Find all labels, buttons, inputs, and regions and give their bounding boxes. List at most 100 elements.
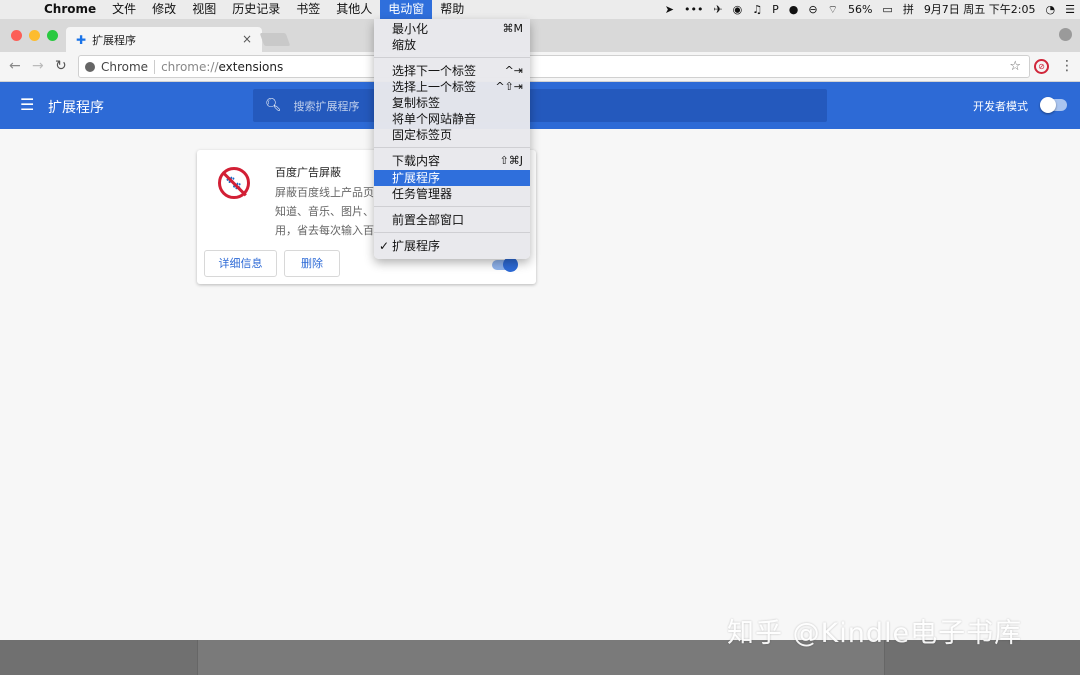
tab-close-icon[interactable]: ×: [242, 32, 252, 46]
menu-separator: [374, 147, 530, 148]
menu-shortcut: ^⇥: [504, 64, 523, 77]
address-scheme: chrome://: [161, 59, 219, 74]
menu-window[interactable]: 电动窗: [380, 0, 433, 19]
reload-icon[interactable]: ↻: [55, 58, 67, 74]
menu-item-next-tab[interactable]: 选择下一个标签 ^⇥: [374, 63, 530, 79]
more-icon[interactable]: •••: [679, 0, 708, 19]
search-extensions-input[interactable]: 🔍︎ 搜索扩展程序: [253, 89, 827, 122]
chrome-menu-icon[interactable]: ⋮: [1060, 58, 1074, 74]
toggle-knob: [503, 257, 518, 272]
description-line: 用，省去每次输入百: [275, 224, 374, 237]
address-bar[interactable]: Chrome chrome:// extensions ☆: [78, 55, 1030, 78]
address-path: extensions: [218, 59, 284, 74]
adblock-extension-icon[interactable]: ⊘: [1034, 59, 1049, 74]
location-icon[interactable]: ➤: [660, 0, 679, 19]
mac-menu-bar: Chrome 文件 修改 视图 历史记录 书签 其他人 电动窗 帮助 ➤ •••…: [0, 0, 1080, 19]
extensions-header: ☰ 扩展程序 🔍︎ 搜索扩展程序 开发者模式: [0, 82, 1080, 129]
battery-percent[interactable]: 56%: [843, 0, 877, 19]
description-line: 屏蔽百度线上产品页: [275, 186, 374, 199]
menu-item-task-manager[interactable]: 任务管理器: [374, 186, 530, 202]
menu-item-previous-tab[interactable]: 选择上一个标签 ^⇧⇥: [374, 79, 530, 95]
menu-edit[interactable]: 修改: [144, 0, 184, 19]
extensions-list: 🐾 百度广告屏蔽 屏蔽百度线上产品页 知道、音乐、图片、 用，省去每次输入百 详…: [0, 129, 1080, 640]
developer-mode-toggle[interactable]: [1040, 97, 1067, 113]
remove-button[interactable]: 删除: [284, 250, 340, 277]
menu-item-pin-tab[interactable]: 固定标签页: [374, 127, 530, 143]
menu-item-label: 最小化: [392, 22, 429, 36]
menu-item-label: 选择下一个标签: [392, 64, 477, 78]
back-arrow-icon[interactable]: ←: [9, 58, 21, 74]
details-button[interactable]: 详细信息: [204, 250, 277, 277]
extension-name: 百度广告屏蔽: [275, 166, 341, 179]
menu-bookmarks[interactable]: 书签: [288, 0, 328, 19]
close-window-button[interactable]: [11, 30, 22, 41]
menu-item-label: 下载内容: [392, 154, 441, 168]
telegram-icon[interactable]: ✈: [708, 0, 727, 19]
menu-item-zoom[interactable]: 缩放: [374, 37, 530, 53]
browser-toolbar: ← → ↻ Chrome chrome:// extensions ☆ ⊘ ⋮: [0, 52, 1080, 82]
baidu-adblock-icon: 🐾: [218, 167, 250, 199]
wifi-icon[interactable]: ⌔: [823, 0, 843, 19]
notification-center-icon[interactable]: ☰: [1060, 0, 1080, 19]
description-line: 知道、音乐、图片、: [275, 205, 374, 218]
menu-item-bring-all-to-front[interactable]: 前置全部窗口: [374, 212, 530, 228]
toggle-knob: [1040, 97, 1056, 113]
forward-arrow-icon[interactable]: →: [32, 58, 44, 74]
qq-icon[interactable]: ●: [784, 0, 804, 19]
menu-separator: [374, 232, 530, 233]
menu-separator: [374, 57, 530, 58]
input-method-icon[interactable]: 拼: [898, 0, 919, 19]
minimize-window-button[interactable]: [29, 30, 40, 41]
headphones-icon[interactable]: ♫: [747, 0, 767, 19]
menu-app-chrome[interactable]: Chrome: [40, 0, 104, 19]
tab-strip: ✚ 扩展程序 ×: [0, 19, 1080, 52]
menu-item-label: 将单个网站静音: [392, 112, 477, 126]
chrome-window: ✚ 扩展程序 × ← → ↻ Chrome chrome:// extensio…: [0, 19, 1080, 640]
extension-enable-toggle[interactable]: [492, 257, 518, 272]
checkmark-icon: ✓: [379, 239, 390, 253]
clock[interactable]: 9月7日 周五 下午2:05: [919, 0, 1041, 19]
chrome-page-icon: [85, 61, 95, 72]
menu-item-label: 缩放: [392, 38, 417, 52]
time-machine-icon[interactable]: ◔: [1041, 0, 1061, 19]
menu-item-downloads[interactable]: 下载内容 ⇧⌘J: [374, 153, 530, 169]
watermark: 知乎 @Kindle电子书库: [727, 618, 1023, 649]
tab-extensions[interactable]: ✚ 扩展程序 ×: [66, 27, 262, 52]
tab-title: 扩展程序: [92, 33, 137, 47]
menu-item-label: 固定标签页: [392, 128, 453, 142]
menu-help[interactable]: 帮助: [432, 0, 472, 19]
developer-mode-label: 开发者模式: [973, 100, 1028, 113]
menu-separator: [374, 206, 530, 207]
p-icon[interactable]: P: [767, 0, 784, 19]
window-menu-dropdown: 最小化 ⌘M 缩放 选择下一个标签 ^⇥ 选择上一个标签 ^⇧⇥ 复制标签 将单个网站…: [374, 19, 530, 259]
menu-file[interactable]: 文件: [104, 0, 144, 19]
menu-item-extensions[interactable]: 扩展程序: [374, 170, 530, 186]
address-origin: Chrome: [101, 59, 156, 74]
menu-item-label: 扩展程序: [392, 171, 441, 185]
menu-item-label: 复制标签: [392, 96, 441, 110]
menu-item-window-extensions[interactable]: ✓ 扩展程序: [374, 238, 530, 254]
page-title: 扩展程序: [48, 100, 104, 116]
zoom-window-button[interactable]: [47, 30, 58, 41]
menu-shortcut: ^⇧⇥: [495, 80, 523, 93]
profile-avatar-icon[interactable]: [1059, 28, 1072, 41]
menu-item-minimize[interactable]: 最小化 ⌘M: [374, 21, 530, 37]
new-tab-button[interactable]: [259, 33, 291, 46]
menu-item-label: 扩展程序: [392, 239, 441, 253]
menu-item-label: 前置全部窗口: [392, 213, 465, 227]
bookmark-star-icon[interactable]: ☆: [1009, 59, 1021, 74]
menu-history[interactable]: 历史记录: [224, 0, 288, 19]
menu-people[interactable]: 其他人: [328, 0, 380, 19]
puzzle-icon: ✚: [76, 32, 87, 47]
menu-view[interactable]: 视图: [184, 0, 224, 19]
menu-item-duplicate-tab[interactable]: 复制标签: [374, 95, 530, 111]
battery-icon[interactable]: ▭: [877, 0, 897, 19]
hamburger-menu-icon[interactable]: ☰: [20, 97, 34, 113]
status-area: ➤ ••• ✈ ◉ ♫ P ● ⊖ ⌔ 56% ▭ 拼 9月7日 周五 下午2:…: [660, 0, 1080, 19]
vpn-icon[interactable]: ⊖: [803, 0, 822, 19]
wechat-icon[interactable]: ◉: [728, 0, 748, 19]
menu-shortcut: ⌘M: [502, 22, 524, 35]
menu-item-mute-site[interactable]: 将单个网站静音: [374, 111, 530, 127]
extension-description: 屏蔽百度线上产品页 知道、音乐、图片、 用，省去每次输入百: [275, 183, 375, 240]
menu-item-label: 选择上一个标签: [392, 80, 477, 94]
